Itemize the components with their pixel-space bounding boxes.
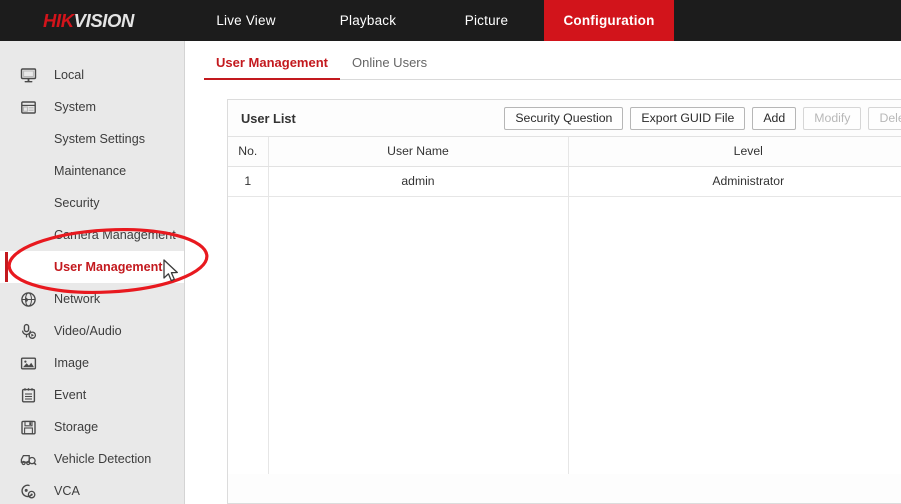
- app-window: HIKVISION Live View Playback Picture Con…: [0, 0, 901, 504]
- nav-item-configuration[interactable]: Configuration: [544, 0, 674, 41]
- column-divider-2: [568, 196, 569, 474]
- hikvision-logo: HIKVISION: [0, 0, 185, 41]
- table-header-row: No. User Name Level: [228, 137, 901, 167]
- user-list-panel: User List Security Question Export GUID …: [227, 99, 901, 504]
- sidebar-item-label: Video/Audio: [54, 324, 122, 338]
- vehicle-search-icon: [20, 451, 54, 468]
- column-header-level: Level: [568, 137, 901, 167]
- sidebar-item-label: User Management: [54, 260, 163, 274]
- top-navigation-bar: HIKVISION Live View Playback Picture Con…: [0, 0, 901, 41]
- nav-item-live-view[interactable]: Live View: [185, 0, 307, 41]
- floppy-disk-icon: [20, 419, 54, 436]
- sidebar-item-local[interactable]: Local: [0, 59, 184, 91]
- panel-title: User List: [241, 110, 296, 126]
- sidebar-item-image[interactable]: Image: [0, 347, 184, 379]
- globe-icon: [20, 291, 54, 308]
- vca-icon: [20, 483, 54, 500]
- sidebar-item-label: Vehicle Detection: [54, 452, 152, 466]
- logo-text-vision: VISION: [73, 9, 135, 31]
- logo-text: HIKVISION: [43, 10, 134, 32]
- sidebar-item-label: VCA: [54, 484, 80, 498]
- sidebar-item-maintenance[interactable]: Maintenance: [0, 155, 184, 187]
- sidebar-item-video-audio[interactable]: Video/Audio: [0, 315, 184, 347]
- system-icon: [20, 99, 54, 116]
- sidebar-item-label: System: [54, 100, 96, 114]
- monitor-icon: [20, 67, 54, 84]
- sidebar-item-label: Event: [54, 388, 87, 402]
- sidebar-item-label: Local: [54, 68, 85, 82]
- table-empty-area: [228, 196, 901, 474]
- sidebar-item-label: Camera Management: [54, 228, 176, 242]
- user-table: No. User Name Level 1 admin Administrato…: [228, 137, 901, 197]
- sidebar-item-vehicle-detection[interactable]: Vehicle Detection: [0, 443, 184, 475]
- panel-action-buttons: Security Question Export GUID File Add M…: [504, 106, 901, 130]
- sidebar-item-event[interactable]: Event: [0, 379, 184, 411]
- sidebar-item-user-management[interactable]: User Management: [0, 251, 184, 283]
- microphone-icon: [20, 323, 54, 340]
- add-user-button[interactable]: Add: [752, 106, 797, 130]
- panel-header: User List Security Question Export GUID …: [228, 100, 901, 137]
- sidebar-item-vca[interactable]: VCA: [0, 475, 184, 504]
- nav-item-playback[interactable]: Playback: [307, 0, 429, 41]
- delete-user-button[interactable]: Delete: [868, 106, 901, 130]
- sidebar-item-label: Maintenance: [54, 164, 127, 178]
- mouse-cursor: [163, 259, 178, 282]
- nav-item-picture[interactable]: Picture: [429, 0, 544, 41]
- picture-icon: [20, 355, 54, 372]
- sidebar-item-label: System Settings: [54, 132, 145, 146]
- modify-user-button[interactable]: Modify: [803, 106, 862, 130]
- sidebar-item-security[interactable]: Security: [0, 187, 184, 219]
- sidebar-item-camera-management[interactable]: Camera Management: [0, 219, 184, 251]
- column-divider-1: [268, 196, 269, 474]
- security-question-button[interactable]: Security Question: [504, 106, 624, 130]
- user-table-body: 1 admin Administrator: [228, 166, 901, 197]
- export-guid-file-button[interactable]: Export GUID File: [630, 106, 746, 130]
- cell-no: 1: [228, 166, 269, 197]
- sidebar-item-network[interactable]: Network: [0, 283, 184, 315]
- tab-online-users[interactable]: Online Users: [340, 55, 439, 79]
- clipboard-icon: [20, 387, 54, 404]
- sidebar-item-label: Network: [54, 292, 101, 306]
- sidebar-item-system[interactable]: System: [0, 91, 184, 123]
- cell-user-name: admin: [268, 166, 569, 197]
- sidebar-item-label: Image: [54, 356, 90, 370]
- sidebar-item-label: Storage: [54, 420, 99, 434]
- main-content: User Management Online Users User List S…: [186, 41, 901, 504]
- column-header-no: No.: [228, 137, 269, 167]
- user-table-head: No. User Name Level: [228, 137, 901, 167]
- sidebar-item-label: Security: [54, 196, 100, 210]
- sidebar-item-system-settings[interactable]: System Settings: [0, 123, 184, 155]
- logo-text-hik: HIK: [43, 9, 74, 31]
- topbar-filler: [674, 0, 901, 41]
- table-row[interactable]: 1 admin Administrator: [228, 166, 901, 197]
- content-tabs: User Management Online Users: [204, 41, 901, 80]
- nav-items: Live View Playback Picture Configuration: [185, 0, 674, 41]
- column-header-user-name: User Name: [268, 137, 569, 167]
- sidebar-item-storage[interactable]: Storage: [0, 411, 184, 443]
- cell-level: Administrator: [568, 166, 901, 197]
- tab-user-management[interactable]: User Management: [204, 55, 340, 80]
- sidebar: Local System System Settings Maintenance…: [0, 41, 185, 504]
